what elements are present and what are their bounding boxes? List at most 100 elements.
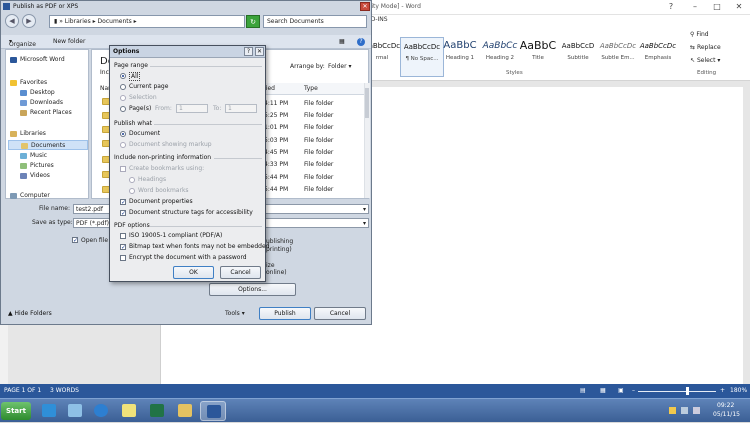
zoom-slider-thumb[interactable] bbox=[686, 387, 689, 395]
help-icon[interactable]: ? bbox=[357, 38, 365, 46]
sidebar-item-libraries[interactable]: Libraries bbox=[8, 129, 88, 139]
cancel-button[interactable]: Cancel bbox=[314, 307, 366, 320]
sidebar-item-music[interactable]: Music bbox=[8, 151, 88, 161]
chevron-down-icon[interactable]: ▾ bbox=[363, 219, 366, 228]
taskbar-excel-icon[interactable] bbox=[144, 401, 170, 421]
word-bookmarks-radio[interactable] bbox=[129, 188, 135, 194]
find-button[interactable]: ⚲ Find bbox=[690, 31, 709, 38]
table-row[interactable]: 5:25 PM File folder bbox=[264, 110, 364, 121]
publish-titlebar[interactable]: Publish as PDF or XPS ✕ bbox=[1, 1, 371, 13]
sidebar-item-pictures[interactable]: Pictures bbox=[8, 161, 88, 171]
minimize-icon[interactable]: – bbox=[684, 0, 706, 14]
from-spinner[interactable]: 1 bbox=[176, 104, 208, 113]
arrange-value: Folder bbox=[328, 63, 347, 70]
pages-radio[interactable] bbox=[120, 106, 126, 112]
back-icon[interactable]: ◀ bbox=[5, 14, 19, 28]
headings-radio[interactable] bbox=[129, 177, 135, 183]
new-folder-button[interactable]: New folder bbox=[53, 38, 85, 45]
view-options-icon[interactable]: ▦ bbox=[339, 38, 345, 45]
maximize-icon[interactable]: □ bbox=[706, 0, 728, 14]
zoom-slider[interactable] bbox=[638, 391, 716, 392]
close-icon[interactable]: ✕ bbox=[255, 47, 264, 56]
breadcrumb-libraries[interactable]: Libraries bbox=[65, 18, 91, 25]
sidebar-item-downloads[interactable]: Downloads bbox=[8, 98, 88, 108]
forward-icon[interactable]: ▶ bbox=[22, 14, 36, 28]
style-subtitle[interactable]: AaBbCcD Subtitle bbox=[556, 37, 600, 77]
sidebar-item-videos[interactable]: Videos bbox=[8, 171, 88, 181]
sidebar-item-favorites[interactable]: Favorites bbox=[8, 78, 88, 88]
taskbar-explorer-icon[interactable] bbox=[62, 401, 88, 421]
style-subtle-emphasis[interactable]: AaBbCcDc Subtle Em... bbox=[596, 37, 640, 77]
volume-icon[interactable] bbox=[693, 407, 700, 414]
taskbar-folder-icon[interactable] bbox=[172, 401, 198, 421]
tools-dropdown[interactable]: Tools ▾ bbox=[225, 310, 245, 317]
all-radio[interactable] bbox=[120, 73, 126, 79]
to-spinner[interactable]: 1 bbox=[225, 104, 257, 113]
breadcrumb-documents[interactable]: Documents bbox=[98, 18, 132, 25]
doc-properties-checkbox[interactable]: ✓ bbox=[120, 199, 126, 206]
current-page-radio[interactable] bbox=[120, 84, 126, 90]
network-icon[interactable] bbox=[681, 407, 688, 414]
table-row[interactable]: 5:03 PM File folder bbox=[264, 135, 364, 146]
selection-radio[interactable] bbox=[120, 95, 126, 101]
encrypt-checkbox[interactable] bbox=[120, 255, 126, 261]
sidebar-item-documents[interactable]: Documents bbox=[8, 140, 88, 150]
scrollbar-thumb[interactable] bbox=[365, 88, 369, 118]
organize-button[interactable]: Organize ▾ bbox=[9, 38, 36, 48]
table-row[interactable]: 4:45 PM File folder bbox=[264, 147, 364, 158]
word-bookmarks-label: Word bookmarks bbox=[138, 187, 189, 194]
table-row[interactable]: 4:11 PM File folder bbox=[264, 98, 364, 109]
options-cancel-button[interactable]: Cancel bbox=[220, 266, 261, 279]
options-button[interactable]: Options... bbox=[209, 283, 296, 296]
document-radio[interactable] bbox=[120, 131, 126, 137]
table-row[interactable]: 4:33 PM File folder bbox=[264, 159, 364, 170]
iso-checkbox[interactable] bbox=[120, 233, 126, 239]
taskbar-browser-icon[interactable] bbox=[88, 401, 114, 421]
close-icon[interactable]: ✕ bbox=[728, 0, 750, 14]
chevron-down-icon[interactable]: ▾ bbox=[363, 205, 366, 214]
help-icon[interactable]: ? bbox=[660, 0, 682, 14]
bitmap-checkbox[interactable]: ✓ bbox=[120, 244, 126, 251]
start-button[interactable]: Start bbox=[1, 402, 31, 420]
read-mode-icon[interactable]: ▤ bbox=[580, 387, 586, 394]
word-count[interactable]: 3 WORDS bbox=[50, 387, 79, 394]
taskbar-word-icon[interactable] bbox=[200, 401, 226, 421]
doc-markup-radio[interactable] bbox=[120, 142, 126, 148]
sidebar-item-desktop[interactable]: Desktop bbox=[8, 88, 88, 98]
column-type[interactable]: Type bbox=[304, 85, 318, 92]
sidebar-item-recent-places[interactable]: Recent Places bbox=[8, 108, 88, 118]
select-button[interactable]: ↖ Select ▾ bbox=[690, 57, 720, 64]
doc-structure-checkbox[interactable]: ✓ bbox=[120, 210, 126, 217]
table-row[interactable]: 1:01 PM File folder bbox=[264, 122, 364, 133]
ok-button[interactable]: OK bbox=[173, 266, 214, 279]
taskbar-notes-icon[interactable] bbox=[116, 401, 142, 421]
print-layout-icon[interactable]: ▦ bbox=[600, 387, 606, 394]
open-file-checkbox[interactable]: ✓ bbox=[72, 237, 78, 244]
zoom-out-icon[interactable]: – bbox=[632, 387, 635, 394]
replace-button[interactable]: ⇆ Replace bbox=[690, 44, 721, 51]
help-icon[interactable]: ? bbox=[244, 47, 253, 56]
table-row[interactable]: 5:44 PM File folder bbox=[264, 172, 364, 183]
zoom-level[interactable]: 180% bbox=[730, 387, 747, 394]
page-count[interactable]: PAGE 1 OF 1 bbox=[4, 387, 41, 394]
sidebar-item-computer[interactable]: Computer bbox=[8, 191, 88, 201]
sidebar-item-microsoft-word[interactable]: Microsoft Word bbox=[8, 55, 88, 65]
hide-folders-button[interactable]: ▲ Hide Folders bbox=[8, 308, 58, 321]
clock-time[interactable]: 09:22 bbox=[717, 402, 734, 409]
arrange-by-dropdown[interactable]: Folder ▾ bbox=[328, 63, 351, 70]
zoom-in-icon[interactable]: + bbox=[720, 387, 725, 394]
clock-date[interactable]: 05/11/15 bbox=[713, 411, 740, 418]
flag-icon[interactable] bbox=[669, 407, 676, 414]
close-icon[interactable]: ✕ bbox=[360, 2, 370, 11]
create-bookmarks-checkbox[interactable] bbox=[120, 166, 126, 172]
address-bar[interactable]: ▮ » Libraries ▸ Documents ▸ bbox=[49, 15, 245, 28]
refresh-icon[interactable]: ↻ bbox=[246, 15, 260, 28]
style-emphasis[interactable]: AaBbCcDc Emphasis bbox=[636, 37, 680, 77]
web-layout-icon[interactable]: ▣ bbox=[618, 387, 624, 394]
options-titlebar[interactable]: Options ? ✕ bbox=[110, 46, 265, 58]
table-row[interactable]: 5:44 PM File folder bbox=[264, 184, 364, 195]
taskbar-ie-icon[interactable] bbox=[36, 401, 62, 421]
publish-button[interactable]: Publish bbox=[259, 307, 311, 320]
style-heading-1[interactable]: AaBbC Heading 1 bbox=[438, 37, 482, 77]
search-input[interactable]: Search Documents bbox=[263, 15, 367, 28]
